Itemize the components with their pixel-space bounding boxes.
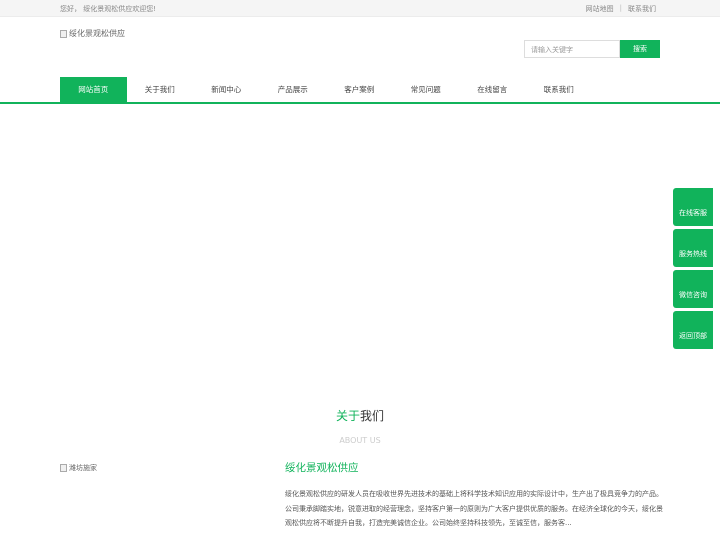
online-service-button[interactable]: 在线客服 [673, 188, 713, 226]
banner-area [0, 104, 720, 384]
about-image-alt: 潍坊施家 [69, 464, 97, 472]
company-intro: 绥化景观松供应的研发人员在吸收世界先进技术的基础上将科学技术知识应用的实际设计中… [285, 490, 663, 527]
nav-item-message[interactable]: 在线留言 [459, 77, 526, 102]
nav-item-products[interactable]: 产品展示 [260, 77, 327, 102]
nav-item-cases[interactable]: 客户案例 [326, 77, 393, 102]
floating-sidebar: 在线客服 服务热线 微信咨询 返回顶部 [673, 188, 713, 349]
search-box: 请输入关键字 搜索 [524, 40, 660, 58]
about-image: 潍坊施家 [60, 463, 97, 473]
search-button[interactable]: 搜索 [620, 40, 660, 58]
search-input[interactable]: 请输入关键字 [524, 40, 620, 58]
site-logo[interactable]: 绥化景观松供应 [60, 28, 125, 39]
link-separator: | [619, 4, 622, 12]
section-title-highlight: 关于 [335, 409, 360, 423]
broken-image-icon [60, 29, 67, 38]
nav-item-home[interactable]: 网站首页 [60, 77, 127, 102]
main-nav: 网站首页 关于我们 新闻中心 产品展示 客户案例 常见问题 在线留言 联系我们 [0, 77, 720, 104]
wechat-button[interactable]: 微信咨询 [673, 270, 713, 308]
nav-item-news[interactable]: 新闻中心 [193, 77, 260, 102]
nav-item-faq[interactable]: 常见问题 [393, 77, 460, 102]
nav-item-contact[interactable]: 联系我们 [526, 77, 593, 102]
section-subtitle: ABOUT US [339, 436, 381, 445]
nav-item-about[interactable]: 关于我们 [127, 77, 194, 102]
back-to-top-button[interactable]: 返回顶部 [673, 311, 713, 349]
hotline-button[interactable]: 服务热线 [673, 229, 713, 267]
broken-image-icon [60, 464, 67, 472]
top-bar: 您好， 绥化景观松供应欢迎您! 网站地图 | 联系我们 [0, 0, 720, 17]
section-title: 关于我们 [0, 407, 720, 424]
welcome-text: 您好， 绥化景观松供应欢迎您! [60, 5, 157, 13]
logo-alt-text: 绥化景观松供应 [69, 29, 125, 38]
company-name[interactable]: 绥化景观松供应 [285, 460, 359, 475]
sitemap-link[interactable]: 网站地图 [586, 4, 614, 14]
top-links: 网站地图 | 联系我们 [586, 4, 656, 14]
contact-link[interactable]: 联系我们 [628, 4, 656, 14]
section-title-rest: 我们 [360, 409, 385, 423]
